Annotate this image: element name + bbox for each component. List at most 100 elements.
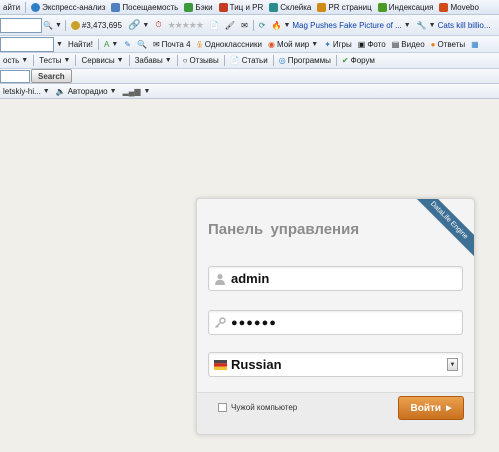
toolbar-item-label: Отзывы <box>189 56 219 65</box>
remember-label: Чужой компьютер <box>231 403 298 412</box>
mail-icon: ✉ <box>241 20 248 30</box>
chart-icon <box>111 2 121 12</box>
toolbar-item-odnoklassniki[interactable]: ꆜ Одноклассники <box>194 36 265 52</box>
language-select[interactable]: Russian ▼ <box>208 352 463 377</box>
pencil-button[interactable]: ✎ <box>121 36 134 52</box>
toolbar-item-articles[interactable]: 📄 Статьи <box>227 53 271 68</box>
toolbar-item-backlinks[interactable]: Бэки <box>181 0 215 14</box>
toolbar-item-page-pr[interactable]: PR страниц <box>314 0 374 14</box>
radio-button[interactable]: 🔈 Авторадио ▼ <box>53 84 120 98</box>
signal-icon: ▂▄▆ <box>122 86 141 96</box>
toolbar-item-label: Бэки <box>195 2 213 12</box>
links-icon <box>184 2 194 12</box>
login-button-label: Войти <box>410 402 442 414</box>
toolbar-item-label: Индексация <box>388 2 434 12</box>
toolbar-separator <box>223 55 225 66</box>
toolbar-item-label: Фото <box>367 39 386 49</box>
toolbar-item-mail[interactable]: ✉ Почта 4 <box>150 36 194 52</box>
toolbar-item-photo[interactable]: ▣ Фото <box>355 36 389 52</box>
toolbar-item-video[interactable]: ▤ Видео <box>389 36 428 52</box>
highlight-button[interactable]: 🖌 <box>222 15 238 35</box>
answers-icon: ● <box>430 39 436 49</box>
toolbar-item-movebo[interactable]: Movebo <box>436 0 481 14</box>
toolbar-item-label: Статьи <box>241 56 268 65</box>
news-item-1[interactable]: 🔥 ▼ Mag Pushes Fake Picture of ... ▼ <box>268 15 413 35</box>
toolbar-item-tests[interactable]: Тесты ▼ <box>36 53 73 68</box>
link-icon: 🔗 <box>127 19 141 31</box>
toolbar-item-services[interactable]: Сервисы ▼ <box>78 53 126 68</box>
password-field[interactable]: ●●●●●● <box>208 310 463 335</box>
toolbar-item-my-world[interactable]: ◉ Мой мир ▼ <box>265 36 321 52</box>
toolbar-item-label: Склейка <box>280 2 312 12</box>
search-button[interactable]: Search <box>31 69 72 83</box>
bookmarks-toolbar: айти Экспресс-анализ Посещаемость Бэки Т… <box>0 0 499 15</box>
toolbar-item-indexing[interactable]: Индексация <box>375 0 437 14</box>
toolbar-item-merge[interactable]: Склейка <box>266 0 314 14</box>
timer-button[interactable]: ⏱ <box>152 15 164 35</box>
station-label: letskiy-hi... <box>3 86 41 96</box>
toolbar-item-label: Экспресс-анализ <box>42 2 106 12</box>
panel-title: Панель управления <box>208 221 360 238</box>
magnifier-button[interactable]: 🔍 <box>134 36 150 52</box>
find-button[interactable]: Найти! <box>65 36 96 52</box>
toolbar-item-reviews[interactable]: ○ Отзывы <box>180 53 222 68</box>
search-input[interactable] <box>0 69 30 83</box>
mail-search-input[interactable] <box>0 36 54 52</box>
chevron-down-icon: ▼ <box>283 21 291 29</box>
signal-indicator[interactable]: ▂▄▆ <box>120 84 144 98</box>
toolbar-item-label: Сервисы <box>81 56 115 65</box>
chevron-down-icon: ▼ <box>311 40 319 48</box>
news-item-2[interactable]: 🔧 ▼ Cats kill billio... <box>414 15 494 35</box>
page-tool-button[interactable]: 📄 <box>206 15 222 35</box>
chevron-down-icon: ▼ <box>63 57 71 64</box>
station-dropdown[interactable]: letskiy-hi... ▼ <box>0 84 53 98</box>
rank-icon <box>218 2 228 12</box>
remember-checkbox[interactable] <box>218 403 227 412</box>
chevron-down-icon: ▼ <box>116 57 124 64</box>
link-tool-button[interactable]: 🔗 ▼ <box>125 15 152 35</box>
my-world-icon: ◉ <box>267 39 275 49</box>
login-panel: Панель управления DataLife Engine admin … <box>196 198 475 435</box>
toolbar-separator <box>64 19 66 31</box>
toolbar-item-traffic[interactable]: Посещаемость <box>108 0 181 14</box>
fire-icon: 🔥 <box>271 20 282 30</box>
toolbar-item-fun[interactable]: Забавы ▼ <box>132 53 175 68</box>
search-dropdown[interactable]: 🔍 ▼ <box>42 15 63 35</box>
toolbar-item-label: Форум <box>350 56 375 65</box>
chevron-down-icon: ▼ <box>21 57 29 64</box>
toolbar-item-label: Видео <box>401 39 425 49</box>
seo-toolbar: 🔍 ▼ #3,473,695 🔗 ▼ ⏱ ★★★★★ 📄 🖌 ✉ ⟳ 🔥 ▼ Mag P… <box>0 15 499 36</box>
login-button[interactable]: Войти ▶ <box>398 396 464 420</box>
chevron-down-icon: ▼ <box>109 87 117 95</box>
toolbar-item-programs[interactable]: ◎ Программы <box>276 53 334 68</box>
chevron-down-icon: ▼ <box>54 21 62 29</box>
wrench-icon: 🔧 <box>416 20 427 30</box>
username-field[interactable]: admin <box>208 266 463 291</box>
toolbar-item-label: Ответы <box>437 39 466 49</box>
chevron-down-icon[interactable]: ▼ <box>56 41 63 48</box>
chevron-down-icon: ▼ <box>142 21 150 29</box>
refresh-button[interactable]: ⟳ <box>256 15 269 35</box>
toolbar-item-forum[interactable]: ✔ Форум <box>339 53 378 68</box>
toolbar-item-answers[interactable]: ● Ответы <box>428 36 469 52</box>
toolbar-item-express-analysis[interactable]: Экспресс-анализ <box>28 0 108 14</box>
merge-icon <box>269 2 279 12</box>
pencil-icon: ✎ <box>124 39 131 49</box>
chevron-down-icon[interactable]: ▼ <box>144 88 151 95</box>
chevron-down-icon: ▼ <box>111 40 119 48</box>
font-tool-button[interactable]: А ▼ <box>101 36 121 52</box>
mail-button[interactable]: ✉ <box>238 15 251 35</box>
toolbar-item-label: Игры <box>332 39 352 49</box>
toolbar-item-search-cut[interactable]: айти <box>0 0 23 14</box>
toolbar-search-input[interactable] <box>0 17 42 33</box>
toolbar-item-news[interactable]: ость ▼ <box>0 53 31 68</box>
toolbar-item-tic-pr[interactable]: Тиц и PR <box>216 0 267 14</box>
chevron-down-icon[interactable]: ▼ <box>447 358 458 371</box>
toolbar-item-games[interactable]: ✦ Игры <box>321 36 355 52</box>
chevron-down-icon: ▼ <box>164 57 172 64</box>
rating-stars[interactable]: ★★★★★ <box>165 15 206 35</box>
username-value: admin <box>231 271 270 286</box>
play-arrow-icon: ▶ <box>446 405 452 412</box>
traffic-counter[interactable]: #3,473,695 <box>68 15 125 35</box>
extra-button[interactable]: ▦ <box>468 36 482 52</box>
